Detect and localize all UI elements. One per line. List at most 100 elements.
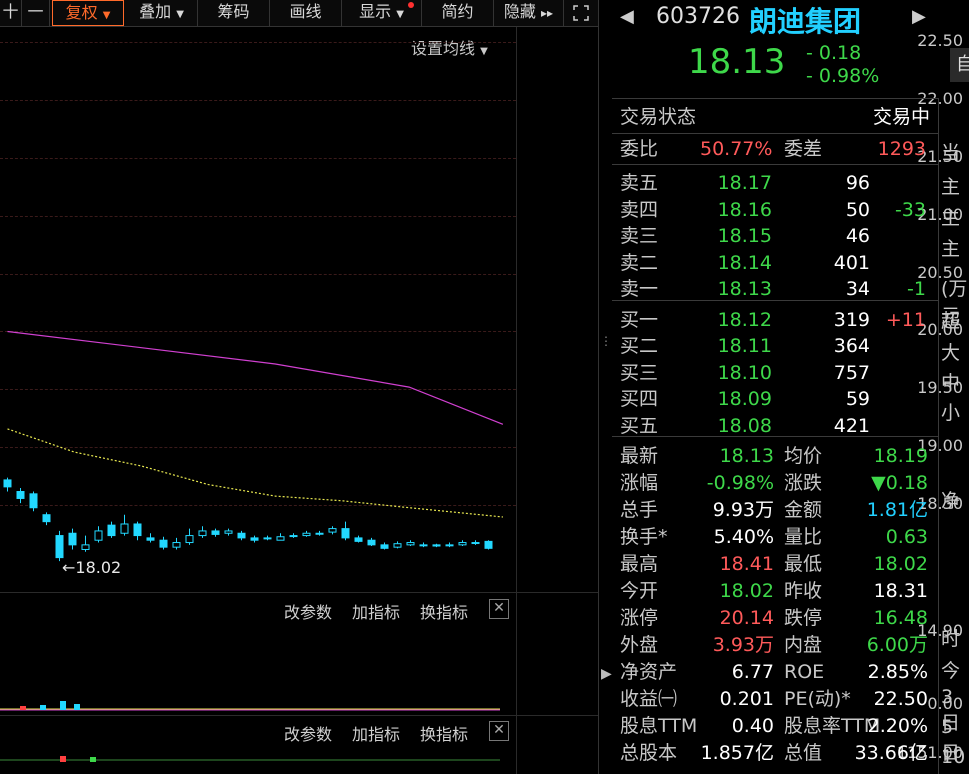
order-volume: 50	[845, 198, 870, 221]
order-volume-delta: +11	[885, 308, 926, 331]
main-divider	[0, 592, 598, 593]
order-price[interactable]: 18.13	[708, 276, 772, 302]
candle-body	[458, 542, 467, 546]
stat-label: PE(动)*	[784, 688, 851, 710]
order-price[interactable]: 18.10	[708, 360, 772, 386]
next-stock-icon[interactable]: ▶	[912, 6, 926, 27]
order-price[interactable]: 18.15	[708, 223, 772, 249]
order-volume: 421	[833, 414, 870, 437]
sub2-switch-indicator-button[interactable]: 换指标	[420, 721, 468, 745]
stat-label: 涨停	[620, 607, 659, 629]
stat-label: 最低	[784, 553, 823, 575]
candle-body	[289, 535, 298, 538]
right-strip-label: 净	[941, 490, 961, 512]
arrow-left-icon: ←	[62, 558, 76, 577]
stat-label: 最新	[620, 445, 659, 467]
order-level-label: 卖二	[620, 251, 659, 274]
stat-value: 0.201	[719, 688, 774, 710]
candle-body	[393, 543, 402, 548]
sub1-change-params-button[interactable]: 改参数	[284, 599, 332, 623]
expand-icon	[573, 5, 589, 21]
ma-long-line	[7, 330, 504, 425]
stat-value: 2.20%	[867, 715, 928, 737]
sub2-change-params-button[interactable]: 改参数	[284, 721, 332, 745]
stat-label: 金额	[784, 499, 823, 521]
candle-body	[302, 532, 311, 537]
collapse-arrow-icon[interactable]: ▶	[601, 666, 612, 682]
candle-body	[42, 514, 51, 523]
candle-body	[185, 535, 194, 544]
quote-panel: ◀ 603726 朗迪集团 ▶ 18.13 - 0.18 - 0.98% 自 交…	[612, 0, 969, 774]
right-strip-label: 主	[941, 238, 961, 260]
sub2-close-icon[interactable]: ✕	[489, 721, 509, 741]
order-level-label: 卖三	[620, 225, 659, 247]
separator	[612, 133, 938, 134]
stat-label: 涨跌	[784, 472, 823, 494]
stat-value: 9.93万	[712, 499, 774, 521]
order-volume: 364	[833, 335, 870, 357]
candle-body	[55, 535, 64, 559]
stat-value: 33.66亿	[854, 742, 928, 764]
right-strip-label: 今	[941, 660, 961, 682]
right-strip: 当主主主 (万元超大中小净时今 3 日5 日 10	[939, 0, 969, 774]
order-price[interactable]: 18.14	[708, 250, 772, 276]
order-price[interactable]: 18.09	[708, 386, 772, 412]
candle-body	[237, 532, 246, 539]
candle-body	[406, 542, 415, 546]
stat-value: 0.40	[731, 715, 774, 737]
separator	[612, 436, 938, 437]
weicha-label: 委差	[784, 138, 823, 160]
order-volume: 319	[833, 308, 870, 331]
stat-value: 5.40%	[713, 526, 774, 548]
right-strip-label: 主	[941, 176, 961, 198]
candle-body	[315, 532, 324, 535]
candle-body	[198, 530, 207, 537]
sub1-switch-indicator-button[interactable]: 换指标	[420, 599, 468, 623]
order-price[interactable]: 18.11	[708, 333, 772, 359]
y-axis-line	[516, 27, 517, 774]
order-level-label: 卖五	[620, 172, 659, 194]
stat-label: 内盘	[784, 634, 823, 656]
sub1-close-icon[interactable]: ✕	[489, 599, 509, 619]
prev-stock-icon[interactable]: ◀	[620, 6, 634, 27]
stat-value: 1.81亿	[866, 499, 928, 521]
order-price[interactable]: 18.12	[708, 307, 772, 333]
candle-body	[367, 539, 376, 546]
kline-chart	[3, 330, 504, 562]
stat-value: 0.63	[885, 526, 928, 548]
candle-body	[68, 532, 77, 546]
candle-body	[146, 537, 155, 541]
candle-body	[107, 524, 116, 537]
order-level-label: 买三	[620, 361, 659, 384]
candle-body	[484, 540, 493, 549]
candle-body	[471, 542, 480, 545]
sub-divider	[0, 715, 598, 716]
candle-body	[172, 542, 181, 548]
candle-body	[354, 537, 363, 542]
price-change-pct: - 0.98%	[806, 65, 880, 87]
order-price[interactable]: 18.17	[708, 170, 772, 196]
low-price-label: 18.02	[75, 558, 122, 577]
stock-code: 603726	[656, 4, 740, 29]
sub1-add-indicator-button[interactable]: 加指标	[352, 599, 400, 623]
stat-value: 16.48	[873, 607, 928, 629]
order-level-label: 买五	[620, 414, 659, 437]
right-strip-label: 时	[941, 628, 961, 650]
stat-value: 20.14	[719, 607, 774, 629]
candle-body	[341, 528, 350, 539]
stat-value: 3.93万	[712, 634, 774, 656]
price-change: - 0.18	[806, 42, 862, 64]
sub2-add-indicator-button[interactable]: 加指标	[352, 721, 400, 745]
order-price[interactable]: 18.08	[708, 413, 772, 439]
order-price[interactable]: 18.16	[708, 197, 772, 223]
candle-body	[328, 528, 337, 533]
fullscreen-button[interactable]	[564, 0, 598, 26]
right-strip-label: 小	[941, 402, 961, 424]
stat-label: 总股本	[620, 742, 678, 764]
drag-handle-icon[interactable]: ⋮	[600, 334, 612, 348]
panel-splitter[interactable]	[598, 0, 599, 774]
candle-body	[94, 530, 103, 541]
order-volume: 401	[833, 251, 870, 274]
right-strip-label: 超	[941, 310, 961, 332]
stat-value: 18.19	[873, 445, 928, 467]
